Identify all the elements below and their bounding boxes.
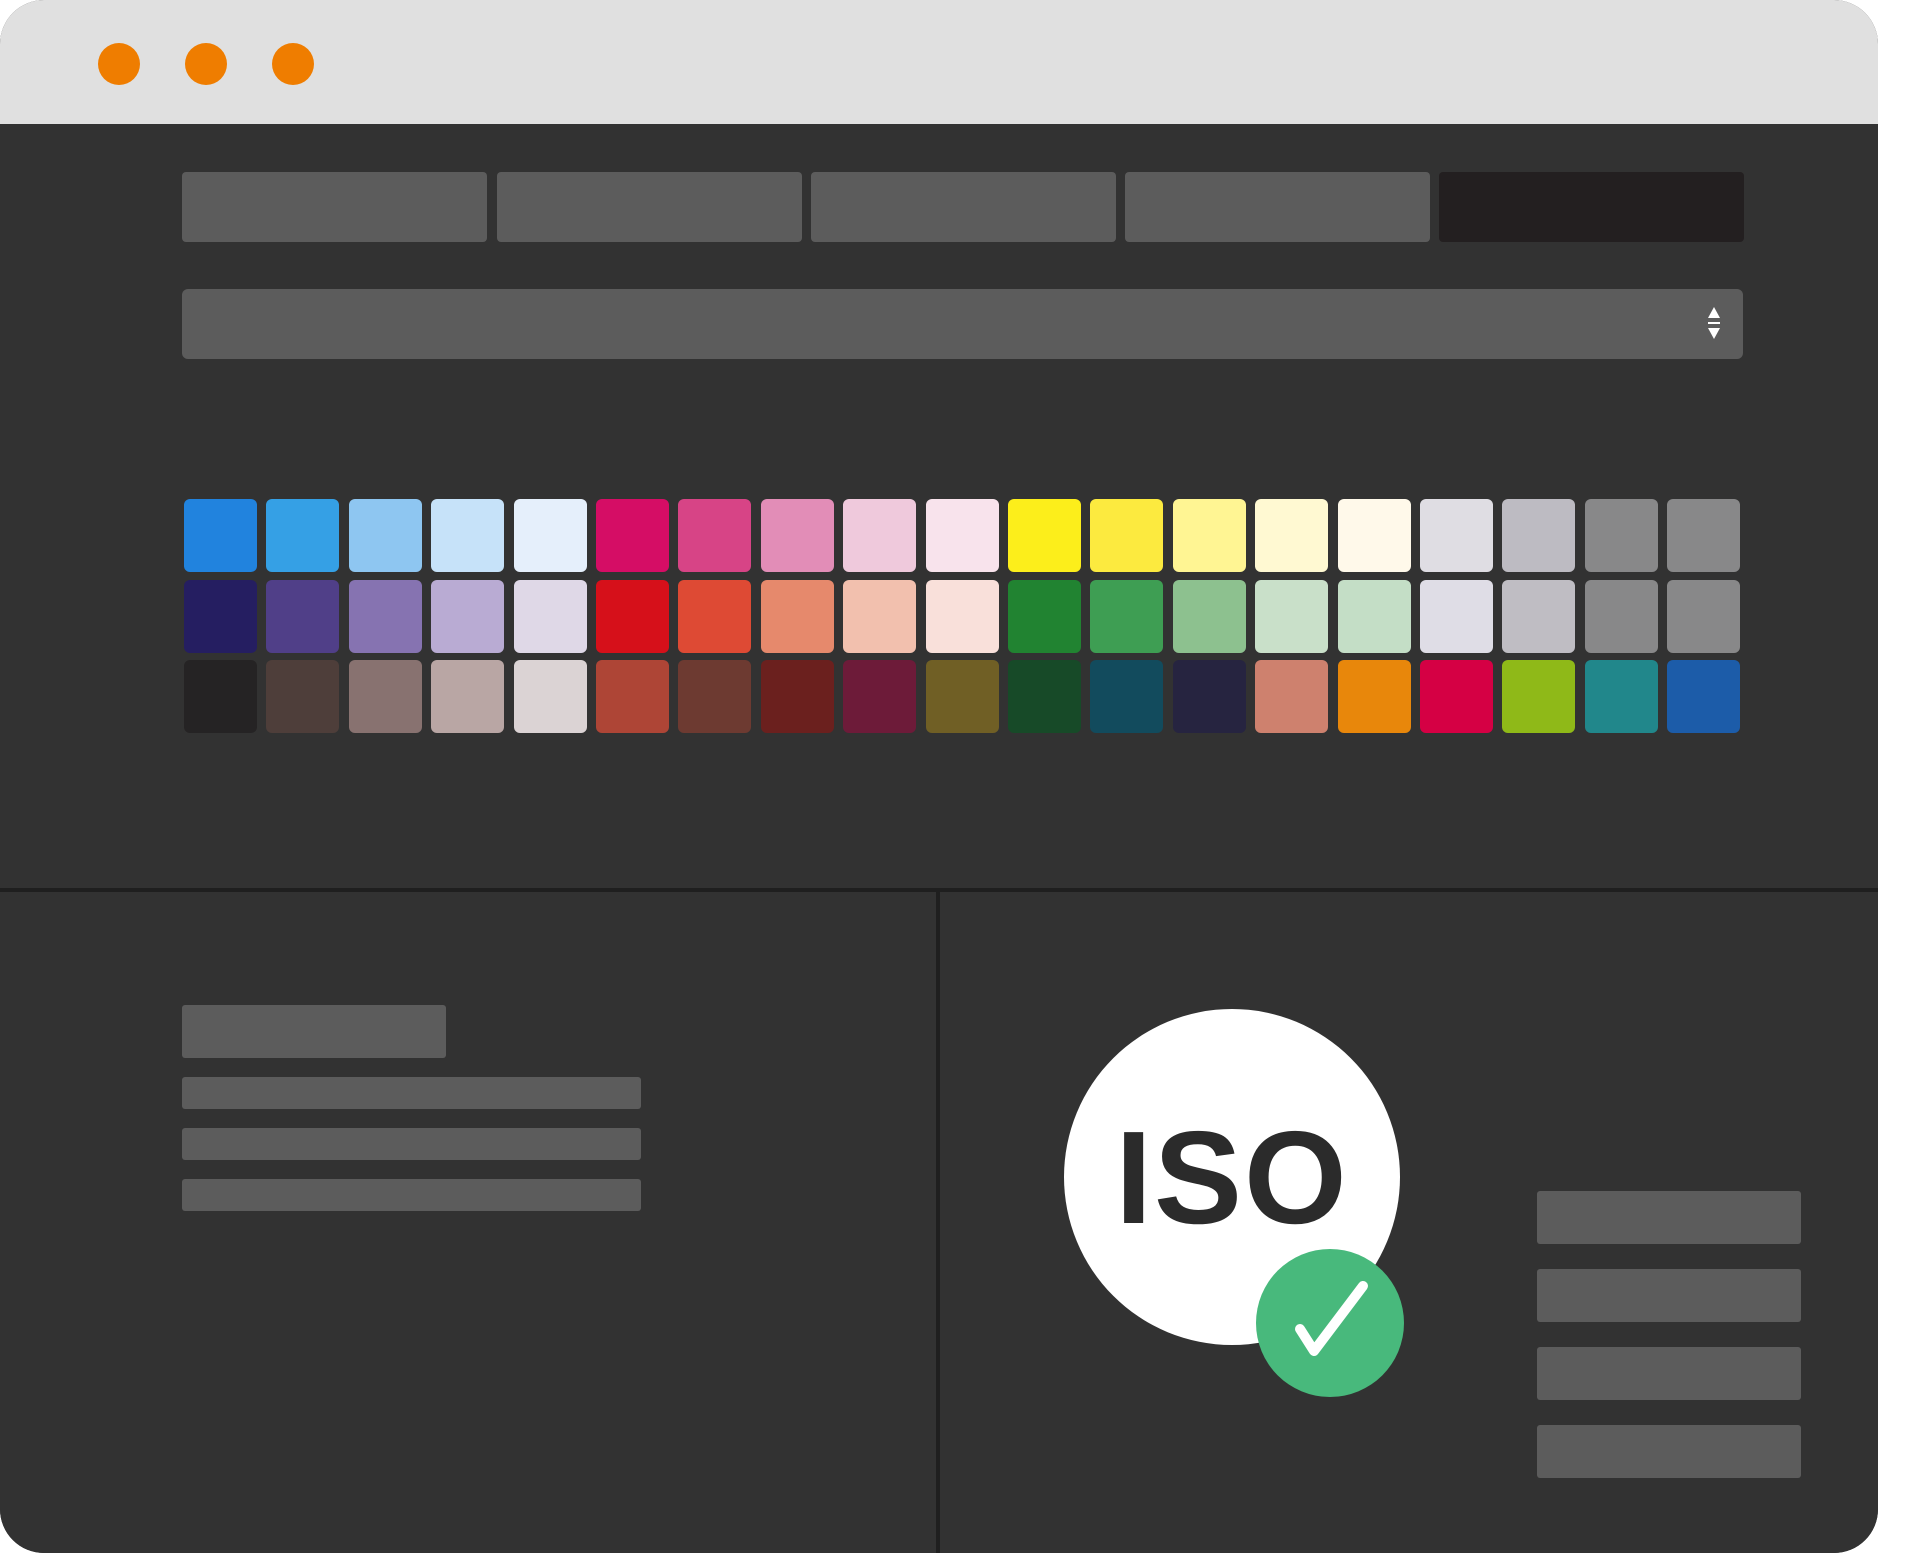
color-swatch[interactable] xyxy=(1420,580,1493,653)
color-swatch[interactable] xyxy=(843,660,916,733)
color-swatch[interactable] xyxy=(843,499,916,572)
text-line-placeholder xyxy=(182,1128,641,1160)
close-window-button[interactable] xyxy=(98,43,140,85)
color-swatch[interactable] xyxy=(1008,499,1081,572)
list-placeholder xyxy=(1537,1425,1801,1478)
color-swatch[interactable] xyxy=(1008,660,1081,733)
color-swatch[interactable] xyxy=(678,580,751,653)
tab-1[interactable] xyxy=(182,172,487,242)
color-swatch[interactable] xyxy=(1338,499,1411,572)
color-swatch[interactable] xyxy=(761,580,834,653)
updown-arrows-icon xyxy=(1708,307,1720,339)
color-swatch[interactable] xyxy=(596,660,669,733)
color-swatch-grid xyxy=(184,499,1743,739)
color-swatch[interactable] xyxy=(431,580,504,653)
color-swatch[interactable] xyxy=(514,580,587,653)
color-swatch[interactable] xyxy=(1090,660,1163,733)
color-swatch[interactable] xyxy=(1502,660,1575,733)
color-swatch[interactable] xyxy=(184,499,257,572)
color-swatch[interactable] xyxy=(266,499,339,572)
check-badge xyxy=(1256,1249,1404,1397)
main-content: ISO xyxy=(0,124,1878,1553)
color-swatch[interactable] xyxy=(1585,660,1658,733)
color-swatch[interactable] xyxy=(1090,499,1163,572)
list-placeholder xyxy=(1537,1347,1801,1400)
color-swatch[interactable] xyxy=(1173,580,1246,653)
color-swatch[interactable] xyxy=(1173,660,1246,733)
color-swatch[interactable] xyxy=(1585,499,1658,572)
color-swatch[interactable] xyxy=(1420,499,1493,572)
vertical-divider xyxy=(936,890,940,1553)
color-swatch[interactable] xyxy=(1667,660,1740,733)
title-bar xyxy=(0,0,1878,124)
color-swatch[interactable] xyxy=(926,660,999,733)
color-swatch[interactable] xyxy=(596,580,669,653)
list-placeholder xyxy=(1537,1191,1801,1244)
list-placeholder xyxy=(1537,1269,1801,1322)
color-swatch[interactable] xyxy=(843,580,916,653)
tab-2[interactable] xyxy=(497,172,802,242)
color-swatch[interactable] xyxy=(1585,580,1658,653)
color-swatch[interactable] xyxy=(1502,580,1575,653)
color-swatch[interactable] xyxy=(1008,580,1081,653)
color-swatch[interactable] xyxy=(1173,499,1246,572)
color-swatch[interactable] xyxy=(514,660,587,733)
color-swatch[interactable] xyxy=(349,580,422,653)
color-swatch[interactable] xyxy=(1338,580,1411,653)
color-swatch[interactable] xyxy=(1255,580,1328,653)
color-swatch[interactable] xyxy=(761,660,834,733)
heading-placeholder xyxy=(182,1005,446,1058)
color-swatch[interactable] xyxy=(1420,660,1493,733)
color-swatch[interactable] xyxy=(184,580,257,653)
color-swatch[interactable] xyxy=(1338,660,1411,733)
color-swatch[interactable] xyxy=(1090,580,1163,653)
color-swatch[interactable] xyxy=(1502,499,1575,572)
color-swatch[interactable] xyxy=(596,499,669,572)
check-icon xyxy=(1295,1281,1368,1356)
color-swatch[interactable] xyxy=(1255,660,1328,733)
maximize-window-button[interactable] xyxy=(272,43,314,85)
color-swatch[interactable] xyxy=(514,499,587,572)
minimize-window-button[interactable] xyxy=(185,43,227,85)
color-swatch[interactable] xyxy=(266,580,339,653)
color-swatch[interactable] xyxy=(266,660,339,733)
color-swatch[interactable] xyxy=(184,660,257,733)
color-swatch[interactable] xyxy=(431,499,504,572)
color-swatch[interactable] xyxy=(926,580,999,653)
dropdown-select[interactable] xyxy=(182,289,1743,359)
tab-4[interactable] xyxy=(1125,172,1430,242)
color-swatch[interactable] xyxy=(1255,499,1328,572)
color-swatch[interactable] xyxy=(1667,580,1740,653)
app-window: ISO xyxy=(0,0,1878,1553)
color-swatch[interactable] xyxy=(926,499,999,572)
color-swatch[interactable] xyxy=(349,660,422,733)
color-swatch[interactable] xyxy=(678,660,751,733)
tab-3[interactable] xyxy=(811,172,1116,242)
tab-5-active[interactable] xyxy=(1439,172,1744,242)
color-swatch[interactable] xyxy=(761,499,834,572)
color-swatch[interactable] xyxy=(349,499,422,572)
color-swatch[interactable] xyxy=(431,660,504,733)
color-swatch[interactable] xyxy=(678,499,751,572)
color-swatch[interactable] xyxy=(1667,499,1740,572)
text-line-placeholder xyxy=(182,1077,641,1109)
text-line-placeholder xyxy=(182,1179,641,1211)
